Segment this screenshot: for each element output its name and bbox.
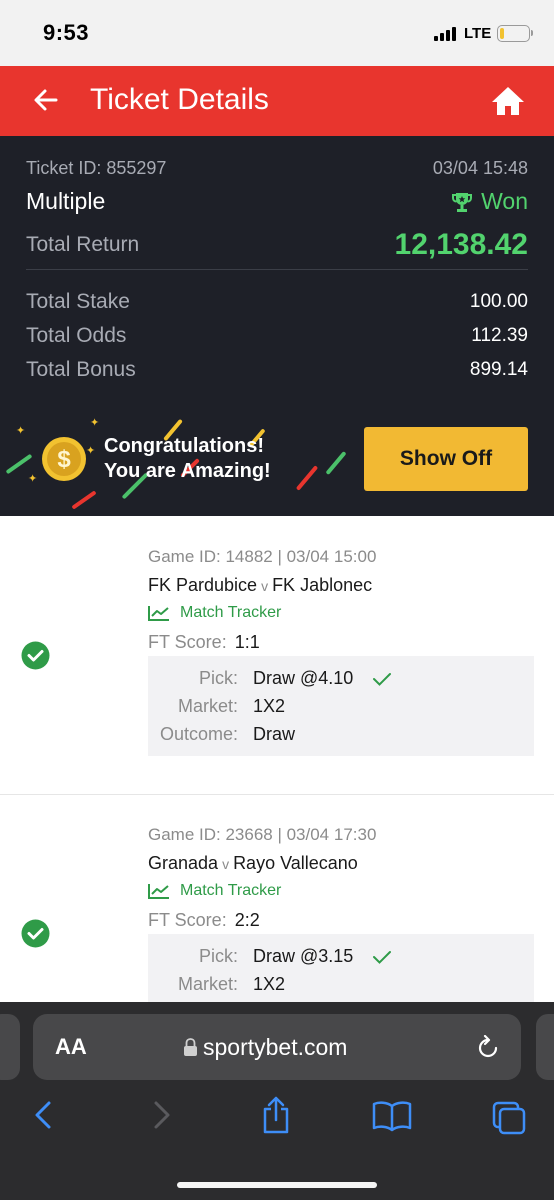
previous-tab-pill[interactable] [0,1014,20,1080]
total-odds-label: Total Odds [26,324,127,347]
share-icon[interactable] [260,1095,292,1135]
ft-score-label: FT Score: [148,910,227,930]
battery-icon [497,25,533,42]
chart-line-icon [148,606,169,621]
total-bonus-label: Total Bonus [26,358,136,381]
network-type: LTE [464,25,492,42]
status-time: 9:53 [43,20,90,45]
ft-score-label: FT Score: [148,632,227,652]
divider [26,269,528,270]
forward-icon[interactable] [151,1100,173,1130]
trophy-icon [452,192,473,212]
ft-score: FT Score: 2:2 [148,910,260,931]
bookmarks-icon[interactable] [372,1100,412,1132]
total-stake-label: Total Stake [26,290,130,313]
home-team: FK Pardubice [148,575,258,595]
home-team: Granada [148,853,219,873]
text-size-button[interactable]: AA [55,1034,87,1060]
total-return-value: 12,138.42 [394,228,528,261]
pick-details: Pick: Draw @3.15 Market: 1X2 [148,934,534,1002]
pick-value: Draw @3.15 [253,946,354,966]
market-label: Market: [177,974,238,994]
app-header: Ticket Details [0,66,554,136]
outcome-label: Outcome: [159,724,238,744]
show-off-button[interactable]: Show Off [364,427,528,491]
match-tracker-link[interactable]: Match Tracker [148,882,281,900]
check-circle-icon [21,919,50,948]
pick-details: Pick: Draw @4.10 Market: 1X2 Outcome: Dr… [148,656,534,756]
home-icon[interactable] [490,84,526,118]
checkmark-icon [373,951,391,964]
lock-icon [184,1038,197,1056]
total-return-label: Total Return [26,233,140,256]
reload-icon[interactable] [476,1035,500,1061]
checkmark-icon [373,673,391,686]
bet-card: Game ID: 23668 | 03/04 17:30 Granada v Ray… [0,812,554,1002]
bet-card: Game ID: 14882 | 03/04 15:00 FK Pardubic… [0,516,554,794]
ticket-datetime: 03/04 15:48 [432,158,528,178]
arrow-left-icon[interactable] [30,84,62,116]
page-title: Ticket Details [90,83,269,116]
game-info: Game ID: 14882 | 03/04 15:00 [148,547,377,566]
congrats-line-2: You are Amazing! [104,460,271,482]
address-bar[interactable]: AA sportybet.com [33,1014,521,1080]
text-size-label: AA [55,1034,87,1059]
outcome-value: Draw [253,724,296,744]
game-info: Game ID: 23668 | 03/04 17:30 [148,825,377,844]
match-tracker-label: Match Tracker [180,604,282,621]
market-value: 1X2 [253,696,286,716]
congrats-line-1: Congratulations! [104,435,264,457]
url-text: sportybet.com [203,1034,348,1060]
pick-label: Pick: [198,668,238,688]
home-indicator [177,1182,377,1188]
pick-label: Pick: [198,946,238,966]
browser-toolbar: AA sportybet.com [0,1002,554,1200]
away-team: Rayo Vallecano [233,853,358,873]
bet-type: Multiple [26,188,106,214]
battery-level [500,28,504,39]
ticket-id: Ticket ID: 855297 [26,158,167,178]
market-value: 1X2 [253,974,286,994]
svg-text:$: $ [57,446,71,473]
total-bonus-value: 899.14 [469,359,528,380]
card-separator [0,794,554,812]
status-badge: Won [451,188,528,215]
signal-icon [434,26,456,41]
back-icon[interactable] [32,1100,54,1130]
total-odds-value: 112.39 [471,325,528,346]
market-label: Market: [177,696,238,716]
congrats-text: Congratulations! You are Amazing! [104,434,271,484]
match-tracker-link[interactable]: Match Tracker [148,604,281,622]
status-text: Won [481,188,528,214]
congrats-banner: ✦ ✦ ✦ ✦ $ Congratulations! You are Amazi… [0,406,554,516]
ft-score-value: 2:2 [234,910,260,930]
match-teams: Granada v Rayo Vallecano [148,853,358,874]
next-tab-pill[interactable] [536,1014,554,1080]
status-bar: 9:53 LTE [0,0,554,66]
match-teams: FK Pardubice v FK Jablonec [148,575,372,596]
chart-line-icon [148,884,169,899]
versus-label: v [261,578,269,594]
pick-value: Draw @4.10 [253,668,354,688]
ft-score: FT Score: 1:1 [148,632,260,653]
tabs-icon[interactable] [491,1100,527,1136]
coin-icon: $ [42,437,86,481]
total-stake-value: 100.00 [469,291,528,312]
versus-label: v [222,856,230,872]
away-team: FK Jablonec [272,575,373,595]
ticket-summary: Ticket ID: 855297 03/04 15:48 Multiple W… [0,136,554,516]
match-tracker-label: Match Tracker [180,882,282,899]
ft-score-value: 1:1 [234,632,260,652]
check-circle-icon [21,641,50,670]
